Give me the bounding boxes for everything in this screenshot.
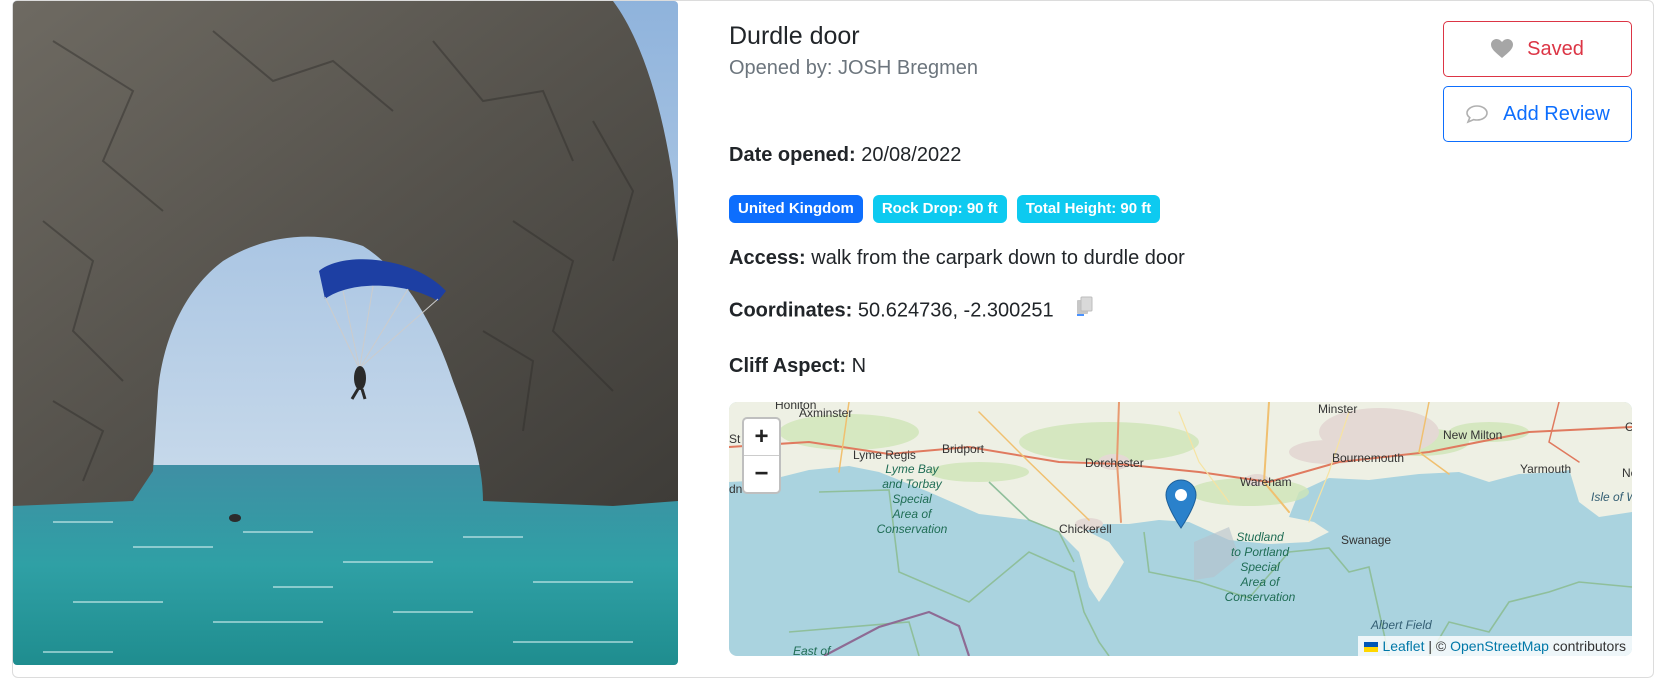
date-opened: Date opened: 20/08/2022 <box>729 144 961 167</box>
date-value: 20/08/2022 <box>861 144 962 166</box>
location-photo <box>13 1 678 665</box>
map-label-lyme-regis: Lyme Regis <box>853 448 916 462</box>
map-label-lyme-bay-sac: Lyme Bay and Torbay Special Area of Cons… <box>876 462 948 536</box>
coords-value: 50.624736, -2.300251 <box>857 299 1054 322</box>
attribution-contributors: contributors <box>1548 638 1626 654</box>
leaflet-link[interactable]: Leaflet <box>1382 638 1424 654</box>
map-label-wareham: Wareham <box>1240 475 1292 489</box>
map-label-minster: Minster <box>1318 402 1358 416</box>
ukraine-flag-icon <box>1364 642 1379 653</box>
map-label-swanage: Swanage <box>1341 533 1392 547</box>
add-review-button[interactable]: Add Review <box>1443 86 1632 142</box>
map-label-c: C <box>1625 420 1632 434</box>
map-label-east-of: East of <box>793 644 831 656</box>
map-attribution: Leaflet | © OpenStreetMap contributors <box>1358 636 1632 656</box>
map-label-bridport: Bridport <box>942 442 985 456</box>
access-label: Access: <box>729 247 806 269</box>
map-label-ne: Ne <box>1622 466 1632 480</box>
date-label: Date opened: <box>729 144 856 166</box>
aspect-label: Cliff Aspect: <box>729 355 847 377</box>
openstreetmap-link[interactable]: OpenStreetMap <box>1450 638 1549 654</box>
map-label-st: St <box>729 432 741 446</box>
coords-label: Coordinates: <box>729 299 853 322</box>
location-title: Durdle door <box>729 22 860 50</box>
zoom-out-button[interactable]: − <box>744 455 779 491</box>
rock-drop-badge: Rock Drop: 90 ft <box>872 195 1007 223</box>
map-label-bournemouth: Bournemouth <box>1332 451 1405 465</box>
heart-icon <box>1491 39 1514 59</box>
add-review-label: Add Review <box>1503 102 1610 125</box>
map-label-studland-sac: Studland to Portland Special Area of Con… <box>1224 530 1296 604</box>
map-label-new-milton: New Milton <box>1443 428 1503 442</box>
map-label-axminster: Axminster <box>799 406 853 420</box>
saved-button[interactable]: Saved <box>1443 21 1632 77</box>
map-label-dorchester: Dorchester <box>1085 456 1144 470</box>
saved-label: Saved <box>1527 37 1584 60</box>
map-label-albert-field: Albert Field <box>1371 618 1432 632</box>
cliff-aspect: Cliff Aspect: N <box>729 355 866 378</box>
chat-icon <box>1465 104 1489 124</box>
map-zoom-control: + − <box>742 417 781 494</box>
opened-by: Opened by: JOSH Bregmen <box>729 57 979 79</box>
map-label-yarmouth: Yarmouth <box>1520 462 1572 476</box>
location-map[interactable]: Honiton Axminster Minster New Milton Bou… <box>729 402 1632 656</box>
map-label-isle-of-wight: Isle of W <box>1591 490 1632 504</box>
map-marker-icon[interactable] <box>1165 479 1197 534</box>
map-label-chickerell: Chickerell <box>1059 522 1112 536</box>
zoom-in-button[interactable]: + <box>744 419 779 455</box>
access-value: walk from the carpark down to durdle doo… <box>811 247 1185 269</box>
country-badge: United Kingdom <box>729 195 863 223</box>
map-label-dn: dn <box>729 482 743 496</box>
copy-icon[interactable] <box>1075 295 1095 323</box>
total-height-badge: Total Height: 90 ft <box>1016 195 1161 223</box>
attribution-separator: | © <box>1424 638 1451 654</box>
coordinates: Coordinates: 50.624736, -2.300251 <box>729 296 1095 323</box>
aspect-value: N <box>851 355 867 377</box>
badge-row: United Kingdom Rock Drop: 90 ft Total He… <box>729 195 1161 223</box>
access-info: Access: walk from the carpark down to du… <box>729 247 1185 270</box>
